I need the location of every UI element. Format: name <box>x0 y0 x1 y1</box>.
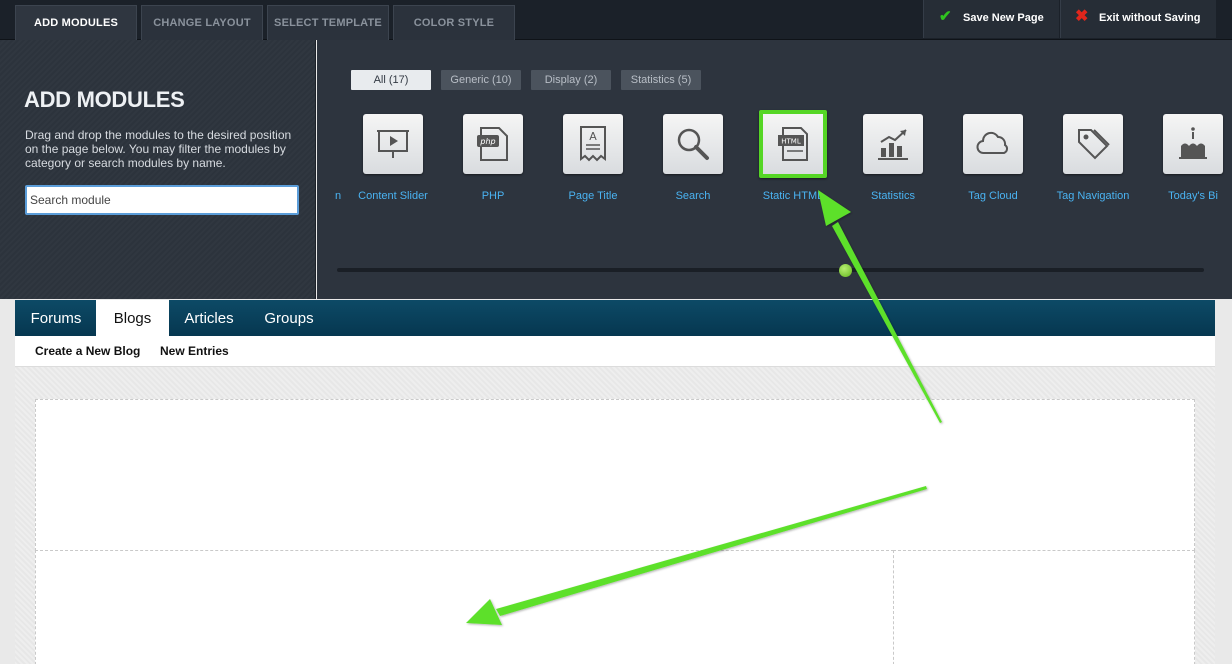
new-entries-link[interactable]: New Entries <box>160 344 229 358</box>
tag-icon <box>1063 114 1123 174</box>
php-file-icon: php <box>463 114 523 174</box>
tab-add-modules[interactable]: ADD MODULES <box>15 5 137 40</box>
drop-zone-main[interactable] <box>35 550 894 664</box>
title-document-icon: A <box>563 114 623 174</box>
scrollbar-handle[interactable] <box>839 264 852 277</box>
magnifier-icon <box>663 114 723 174</box>
svg-text:A: A <box>589 130 597 143</box>
module-label: Static HTML <box>762 190 824 202</box>
module-label: Search <box>675 190 711 202</box>
chart-icon <box>863 114 923 174</box>
save-new-page-button[interactable]: ✔ Save New Page <box>923 0 1059 38</box>
page-subnav: Create a New Blog New Entries <box>15 336 1215 367</box>
module-label: PHP <box>481 190 505 202</box>
x-icon: ✖ <box>1075 8 1089 25</box>
exit-without-saving-button[interactable]: ✖ Exit without Saving <box>1060 0 1216 38</box>
filter-display[interactable]: Display (2) <box>531 70 611 90</box>
layout-canvas <box>15 367 1215 664</box>
module-scrollbar[interactable] <box>337 268 1204 272</box>
module-library: All (17) Generic (10) Display (2) Statis… <box>317 40 1232 299</box>
panel-title: ADD MODULES <box>24 87 185 112</box>
svg-text:php: php <box>479 137 495 146</box>
module-label: Tag Navigation <box>1056 190 1130 202</box>
page-navbar: Forums Blogs Articles Groups <box>15 300 1215 336</box>
nav-tab-blogs[interactable]: Blogs <box>96 300 169 336</box>
drop-zone-top[interactable] <box>35 399 1195 551</box>
module-label: Tag Cloud <box>968 190 1018 202</box>
nav-tab-articles[interactable]: Articles <box>171 300 247 336</box>
module-label: Page Title <box>568 190 618 202</box>
add-modules-panel: ADD MODULES Drag and drop the modules to… <box>0 40 316 299</box>
filter-generic[interactable]: Generic (10) <box>441 70 521 90</box>
create-new-blog-link[interactable]: Create a New Blog <box>35 344 140 358</box>
cake-icon <box>1163 114 1223 174</box>
top-toolbar: ADD MODULES CHANGE LAYOUT SELECT TEMPLAT… <box>0 0 1232 40</box>
filter-statistics[interactable]: Statistics (5) <box>621 70 701 90</box>
html-file-icon: HTML <box>759 110 827 178</box>
tab-change-layout[interactable]: CHANGE LAYOUT <box>141 5 263 40</box>
panel-description: Drag and drop the modules to the desired… <box>25 128 292 170</box>
module-label-partial: n <box>335 190 342 202</box>
exit-button-label: Exit without Saving <box>1099 12 1201 24</box>
module-label: Content Slider <box>358 190 428 202</box>
filter-all[interactable]: All (17) <box>351 70 431 90</box>
module-label: Statistics <box>870 190 915 202</box>
nav-tab-forums[interactable]: Forums <box>20 300 92 336</box>
module-label: Today's Bi <box>1168 190 1218 202</box>
tab-select-template[interactable]: SELECT TEMPLATE <box>267 5 389 40</box>
search-module-input[interactable] <box>25 185 299 215</box>
tab-color-style[interactable]: COLOR STYLE <box>393 5 515 40</box>
svg-text:HTML: HTML <box>781 138 801 146</box>
check-icon: ✔ <box>939 8 952 25</box>
save-button-label: Save New Page <box>963 12 1044 24</box>
cloud-icon <box>963 114 1023 174</box>
drop-zone-sidebar[interactable] <box>893 550 1195 664</box>
presentation-icon <box>363 114 423 174</box>
nav-tab-groups[interactable]: Groups <box>251 300 327 336</box>
